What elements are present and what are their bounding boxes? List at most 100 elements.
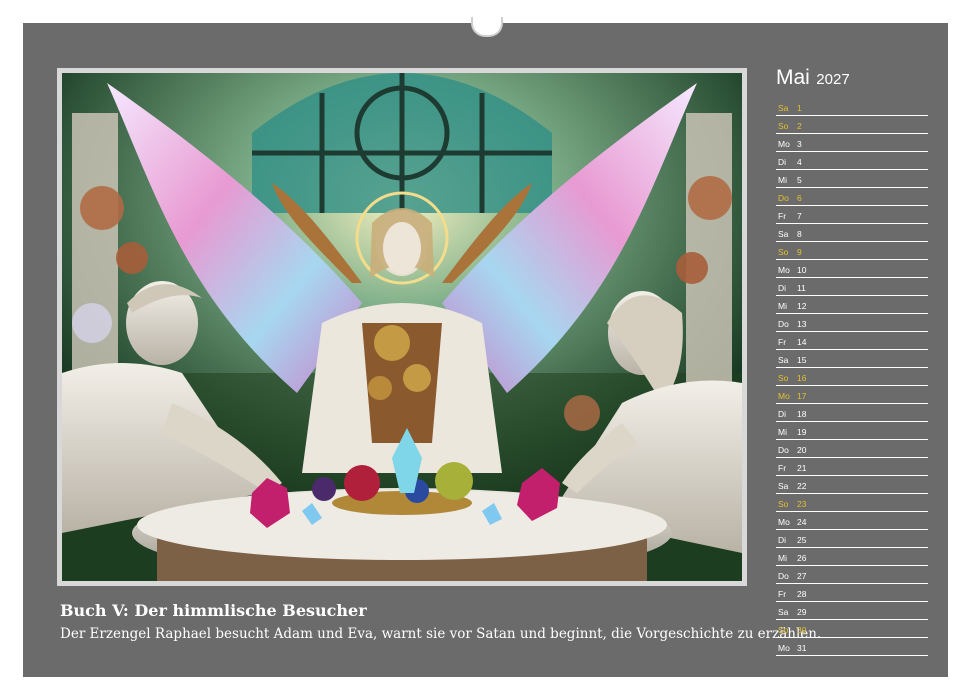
day-number: 3 [797,139,802,149]
day-number: 28 [797,589,807,599]
day-number: 6 [797,193,802,203]
day-row: Di 4 [776,152,928,170]
day-row: Mi 5 [776,170,928,188]
day-number: 19 [797,427,807,437]
day-number: 17 [797,391,807,401]
weekday-label: Do [778,445,789,455]
weekday-label: Fr [778,463,787,473]
weekday-label: Fr [778,589,787,599]
day-row: Fr 28 [776,584,928,602]
day-row: So 2 [776,116,928,134]
weekday-label: Sa [778,355,789,365]
weekday-label: Mo [778,643,790,653]
weekday-label: So [778,373,789,383]
weekday-label: Do [778,193,789,203]
weekday-label: Do [778,571,789,581]
day-number: 16 [797,373,807,383]
day-row: Mo 3 [776,134,928,152]
weekday-label: Mi [778,175,787,185]
day-number: 25 [797,535,807,545]
day-number: 14 [797,337,807,347]
weekday-label: Sa [778,481,789,491]
day-row: Sa 22 [776,476,928,494]
weekday-label: Mo [778,265,790,275]
day-number: 20 [797,445,807,455]
day-row: Mo 10 [776,260,928,278]
day-row: Sa 15 [776,350,928,368]
weekday-label: So [778,247,789,257]
weekday-label: So [778,499,789,509]
day-number: 8 [797,229,802,239]
weekday-label: Sa [778,229,789,239]
weekday-label: Mo [778,391,790,401]
weekday-label: Mi [778,553,787,563]
day-row: Sa 1 [776,98,928,116]
day-row: Mi 26 [776,548,928,566]
weekday-label: Mo [778,139,790,149]
day-number: 13 [797,319,807,329]
weekday-label: Mi [778,427,787,437]
day-number: 18 [797,409,807,419]
caption-text: Der Erzengel Raphael besucht Adam und Ev… [60,626,822,642]
day-number: 1 [797,103,802,113]
day-row: Di 11 [776,278,928,296]
weekday-label: Sa [778,103,789,113]
day-number: 15 [797,355,807,365]
weekday-label: Mo [778,517,790,527]
day-row: Mo 31 [776,638,928,656]
day-row: Di 25 [776,530,928,548]
weekday-label: Di [778,157,787,167]
weekday-label: So [778,121,789,131]
day-row: So 30 [776,620,928,638]
month-name: Mai [776,66,810,89]
day-number: 2 [797,121,802,131]
day-row: Do 13 [776,314,928,332]
day-row: Mi 19 [776,422,928,440]
weekday-label: Sa [778,607,789,617]
day-row: Mo 17 [776,386,928,404]
day-row: Mo 24 [776,512,928,530]
day-row: So 16 [776,368,928,386]
day-row: So 23 [776,494,928,512]
day-row: So 9 [776,242,928,260]
day-row: Di 18 [776,404,928,422]
day-row: Fr 14 [776,332,928,350]
day-number: 24 [797,517,807,527]
day-number: 23 [797,499,807,509]
day-row: Sa 8 [776,224,928,242]
day-number: 7 [797,211,802,221]
angel-illustration [62,73,742,581]
day-number: 21 [797,463,807,473]
day-row: Fr 7 [776,206,928,224]
weekday-label: Fr [778,211,787,221]
weekday-label: Di [778,409,787,419]
day-number: 26 [797,553,807,563]
day-number: 27 [797,571,807,581]
weekday-label: So [778,625,789,635]
day-number: 10 [797,265,807,275]
weekday-label: Mi [778,301,787,311]
day-number: 31 [797,643,807,653]
day-row: Do 6 [776,188,928,206]
day-number: 11 [797,283,806,293]
day-number: 22 [797,481,807,491]
day-row: Do 20 [776,440,928,458]
day-row: Fr 21 [776,458,928,476]
weekday-label: Di [778,283,787,293]
day-row: Mi 12 [776,296,928,314]
day-number: 12 [797,301,807,311]
month-header: Mai 2027 [776,66,850,90]
weekday-label: Fr [778,337,787,347]
caption-title: Buch V: Der himmlische Besucher [60,601,367,620]
day-number: 4 [797,157,802,167]
day-number: 9 [797,247,802,257]
weekday-label: Do [778,319,789,329]
day-row: Sa 29 [776,602,928,620]
day-number: 5 [797,175,802,185]
day-list: Sa 1 So 2 Mo 3 Di 4 Mi 5 Do 6 Fr 7 Sa 8 So 9 Mo 10 Di 11 Mi 12 D… [776,98,928,656]
day-number: 30 [797,625,807,635]
day-number: 29 [797,607,807,617]
weekday-label: Di [778,535,787,545]
day-row: Do 27 [776,566,928,584]
month-year: 2027 [816,71,850,88]
